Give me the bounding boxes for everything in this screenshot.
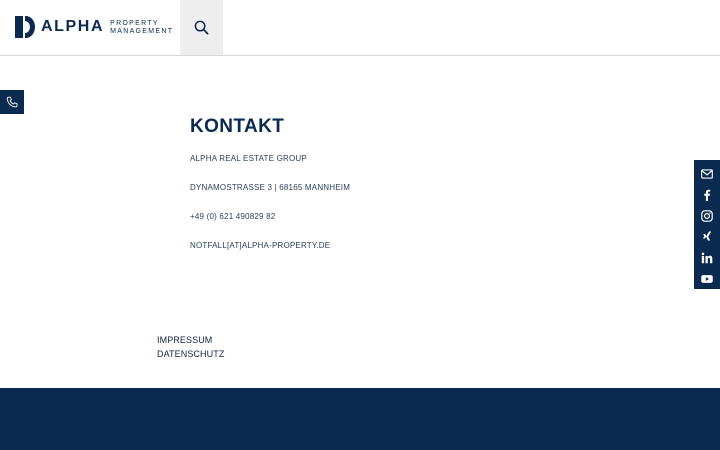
logo-subtitle-line2: MANAGEMENT (110, 27, 174, 35)
linkedin-icon (701, 252, 713, 263)
logo-mark-icon (15, 16, 35, 38)
phone-icon (6, 96, 17, 107)
facebook-icon (704, 189, 711, 201)
impressum-link[interactable]: IMPRESSUM (157, 333, 224, 347)
xing-icon (703, 231, 712, 240)
instagram-icon (701, 209, 713, 222)
datenschutz-link[interactable]: DATENSCHUTZ (157, 347, 224, 361)
contact-title: KONTAKT (190, 116, 285, 137)
social-sidebar (694, 160, 720, 289)
phone-tab-button[interactable] (0, 90, 24, 114)
contact-email[interactable]: NOTFALL[AT]ALPHA-PROPERTY.DE (190, 241, 330, 250)
footer-links: IMPRESSUM DATENSCHUTZ (157, 333, 224, 361)
mail-link[interactable] (694, 163, 720, 184)
search-button[interactable] (180, 0, 223, 55)
youtube-link[interactable] (694, 268, 720, 289)
logo-wordmark: ALPHA (41, 18, 105, 35)
mail-icon (701, 168, 713, 179)
site-header: ALPHA PROPERTY MANAGEMENT (0, 0, 720, 56)
alpha-logo[interactable]: ALPHA PROPERTY MANAGEMENT (15, 16, 173, 38)
facebook-link[interactable] (694, 184, 720, 205)
contact-address: DYNAMOSTRASSE 3 | 68165 MANNHEIM (190, 183, 351, 192)
instagram-link[interactable] (694, 205, 720, 226)
footer-band (0, 388, 720, 450)
linkedin-link[interactable] (694, 247, 720, 268)
xing-link[interactable] (694, 226, 720, 247)
contact-section: KONTAKT (190, 116, 284, 138)
search-icon (194, 20, 209, 35)
company-name: ALPHA REAL ESTATE GROUP (190, 154, 307, 163)
youtube-icon (701, 274, 713, 283)
contact-phone[interactable]: +49 (0) 621 490829 82 (190, 212, 275, 221)
logo-subtitle: PROPERTY MANAGEMENT (110, 19, 173, 36)
logo-subtitle-line1: PROPERTY (110, 19, 159, 27)
